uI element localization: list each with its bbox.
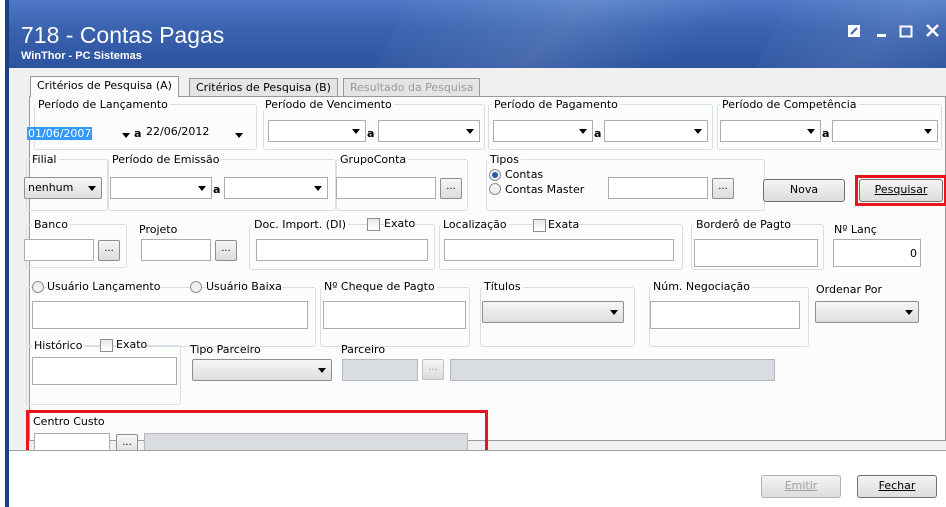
- label-usuario-baixa: Usuário Baixa: [206, 280, 282, 293]
- label-titulos: Títulos: [482, 280, 523, 293]
- close-icon[interactable]: [925, 24, 943, 42]
- title-bar[interactable]: 718 - Contas Pagas WinThor - PC Sistemas: [9, 0, 946, 68]
- grupoconta-lookup-button[interactable]: ...: [440, 178, 462, 199]
- label-banco: Banco: [32, 218, 71, 231]
- cheque-input[interactable]: [323, 301, 466, 329]
- doc-import-input[interactable]: [256, 239, 428, 261]
- historico-input[interactable]: [32, 357, 177, 385]
- radio-contas[interactable]: [489, 169, 501, 181]
- tab-criterios-b[interactable]: Critérios de Pesquisa (B): [189, 78, 338, 96]
- parceiro-code-input[interactable]: [342, 359, 418, 381]
- usuario-input[interactable]: [32, 301, 308, 329]
- label-projeto: Projeto: [139, 223, 178, 236]
- label-num-negociacao: Núm. Negociação: [651, 280, 752, 293]
- separator-a: a: [367, 127, 375, 140]
- date-pagamento-from[interactable]: [493, 120, 593, 142]
- label-doc-exato: Exato: [384, 217, 416, 230]
- filial-select[interactable]: nenhum: [24, 177, 102, 199]
- label-parceiro: Parceiro: [341, 343, 386, 356]
- label-doc-import: Doc. Import. (DI): [252, 218, 349, 231]
- titulos-select[interactable]: [482, 301, 624, 323]
- localizacao-input[interactable]: [444, 239, 674, 261]
- label-cheque: Nº Cheque de Pagto: [322, 280, 437, 293]
- label-usuario-lancamento: Usuário Lançamento: [47, 280, 161, 293]
- banco-input[interactable]: [24, 239, 94, 261]
- tipos-lookup-button[interactable]: ...: [712, 178, 734, 199]
- date-pagamento-to[interactable]: [604, 120, 708, 142]
- nova-button[interactable]: Nova: [763, 179, 845, 202]
- label-filial: Filial: [30, 153, 59, 166]
- num-lanc-input[interactable]: 0: [833, 239, 921, 267]
- separator-a: a: [134, 127, 142, 140]
- radio-usuario-baixa[interactable]: [190, 281, 202, 293]
- banco-lookup-button[interactable]: ...: [98, 240, 120, 261]
- label-ordenar-por: Ordenar Por: [816, 283, 882, 296]
- separator-a: a: [594, 127, 602, 140]
- label-historico: Histórico: [32, 339, 85, 352]
- grupoconta-input[interactable]: [336, 177, 436, 199]
- label-contas-master: Contas Master: [505, 183, 585, 196]
- radio-contas-master[interactable]: [489, 183, 501, 195]
- parceiro-lookup-button[interactable]: ...: [422, 359, 444, 380]
- tab-resultado[interactable]: Resultado da Pesquisa: [343, 78, 481, 96]
- label-periodo-lancamento: Período de Lançamento: [36, 98, 170, 111]
- date-emissao-to[interactable]: [224, 177, 328, 199]
- projeto-lookup-button[interactable]: ...: [215, 240, 237, 261]
- chevron-down-icon[interactable]: [235, 133, 243, 138]
- checkbox-doc-exato[interactable]: [367, 218, 380, 231]
- fechar-button[interactable]: Fechar: [857, 475, 937, 498]
- maximize-icon[interactable]: [899, 24, 917, 42]
- label-num-lanc: Nº Lanç: [834, 223, 877, 236]
- label-periodo-pagamento: Período de Pagamento: [492, 98, 620, 111]
- label-tipo-parceiro: Tipo Parceiro: [190, 343, 261, 356]
- label-bordero: Borderô de Pagto: [694, 218, 794, 231]
- checkbox-historico-exato[interactable]: [100, 339, 113, 352]
- separator-a: a: [822, 127, 830, 140]
- date-lancamento-from[interactable]: 01/06/2007: [24, 124, 128, 146]
- separator-a: a: [213, 183, 221, 196]
- date-vencimento-from[interactable]: [268, 120, 366, 142]
- parceiro-name-input: [450, 359, 775, 381]
- label-periodo-competencia: Período de Competência: [720, 98, 859, 111]
- date-competencia-to[interactable]: [832, 120, 938, 142]
- restore-icon[interactable]: [847, 24, 865, 42]
- window-client: Critérios de Pesquisa (A) Critérios de P…: [9, 68, 946, 507]
- num-negociacao-input[interactable]: [650, 301, 800, 329]
- window-title: 718 - Contas Pagas: [21, 22, 225, 48]
- label-historico-exato: Exato: [116, 338, 148, 351]
- tipo-parceiro-select[interactable]: [192, 359, 332, 381]
- label-periodo-emissao: Período de Emissão: [110, 153, 222, 166]
- emitir-button[interactable]: Emitir: [761, 475, 841, 498]
- label-periodo-vencimento: Período de Vencimento: [263, 98, 394, 111]
- highlight-pesquisar: [855, 175, 946, 206]
- projeto-input[interactable]: [141, 239, 211, 261]
- minimize-icon[interactable]: [875, 24, 893, 42]
- bordero-input[interactable]: [694, 239, 818, 267]
- label-contas: Contas: [505, 168, 544, 181]
- date-vencimento-to[interactable]: [378, 120, 480, 142]
- checkbox-localizacao-exata[interactable]: [533, 219, 546, 232]
- tab-criterios-a[interactable]: Critérios de Pesquisa (A): [30, 76, 179, 97]
- ordenar-por-select[interactable]: [815, 301, 919, 323]
- date-competencia-from[interactable]: [720, 120, 821, 142]
- label-localizacao: Localização: [441, 218, 509, 231]
- date-emissao-from[interactable]: [110, 177, 212, 199]
- label-localizacao-exata: Exata: [548, 218, 580, 231]
- bottom-bar: Emitir Fechar: [9, 450, 946, 507]
- window-subtitle: WinThor - PC Sistemas: [21, 50, 142, 62]
- tab-panel-criterios-a: Período de Lançamento 01/06/2007 a 22/06…: [24, 96, 946, 482]
- radio-usuario-lancamento[interactable]: [32, 281, 44, 293]
- label-tipos: Tipos: [488, 153, 521, 166]
- chevron-down-icon[interactable]: [122, 133, 130, 138]
- tipos-input[interactable]: [608, 177, 708, 199]
- label-grupoconta: GrupoConta: [338, 153, 409, 166]
